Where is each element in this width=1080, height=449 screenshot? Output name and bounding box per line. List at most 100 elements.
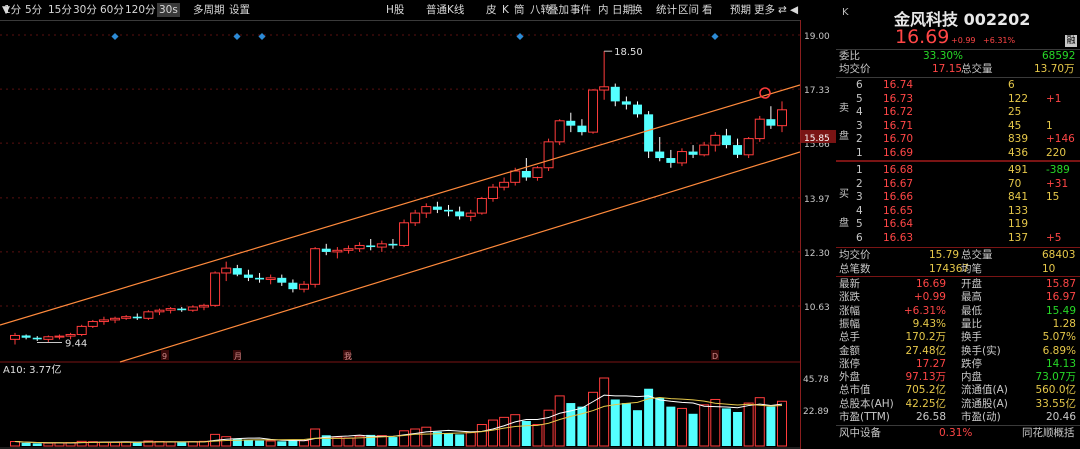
toolbar-item[interactable]: 30分 (71, 3, 99, 17)
toolbar-item[interactable]: 皮 (484, 3, 499, 17)
toolbar-item[interactable]: 换 (630, 3, 645, 17)
candle-body (65, 333, 76, 337)
book-level: 4 (856, 204, 863, 217)
toolbar-item[interactable]: 区间 (676, 3, 701, 17)
quote-value: 16.69 (915, 278, 946, 290)
quote-row: 振幅 9.43% 量比 1.28 (836, 318, 1080, 331)
quote-label: 内盘 (961, 371, 982, 384)
quote-value: 705.2亿 (905, 384, 946, 397)
bid-row[interactable]: 5 16.64 119 (836, 218, 1080, 231)
book-change: +1 (1046, 92, 1062, 105)
quote-value: 27.48亿 (905, 344, 946, 357)
toolbar-item[interactable]: 30s (157, 3, 180, 17)
event-marker (111, 32, 119, 41)
order-diff-value: 68592 (1042, 50, 1076, 62)
bid-row[interactable]: 1 16.68 491 -389 (836, 164, 1080, 177)
book-volume: 436 (1008, 146, 1029, 159)
ask-side-label-2: 盘 (839, 131, 849, 142)
candle-body (632, 104, 642, 115)
summary-label: 均笔 (961, 262, 982, 275)
toolbar-item[interactable]: 60分 (98, 3, 126, 17)
ask-row[interactable]: 2 16.70 839 +146 (836, 133, 1080, 146)
ask-row[interactable]: 4 16.72 25 (836, 106, 1080, 119)
toolbar-item[interactable]: H股 (384, 3, 406, 17)
toolbar-item[interactable]: 15分 (46, 3, 74, 17)
summary-label: 总交量 (961, 249, 993, 261)
quote-label: 总市值 (839, 384, 871, 397)
kline-chart[interactable]: 18.50 9.44 9 月 我 D A10: 3.77亿 (0, 20, 800, 449)
candle-body (376, 243, 387, 248)
bid-row[interactable]: 4 16.65 133 (836, 205, 1080, 218)
divider (836, 77, 1080, 78)
ask-row[interactable]: 3 16.71 45 1 (836, 120, 1080, 133)
quote-value: 15.49 (1045, 304, 1076, 317)
candle-body (10, 334, 20, 340)
candle-body (766, 119, 776, 126)
ask-row[interactable]: 6 16.74 6 (836, 79, 1080, 92)
toolbar-item[interactable]: ◀ (788, 3, 800, 17)
toolbar-item[interactable]: 5分 (23, 3, 44, 17)
date-mark: D (712, 352, 718, 361)
quote-label: 涨跌 (839, 291, 860, 304)
quote-row: 涨停 17.27 跌停 14.13 (836, 358, 1080, 371)
candle-body (76, 325, 87, 335)
bid-row[interactable]: 6 16.63 137 +5 (836, 232, 1080, 245)
toolbar-item[interactable]: 普通K线 (424, 3, 466, 17)
toolbar-item[interactable]: ▼ (0, 3, 12, 17)
candle-body (676, 151, 687, 164)
toolbar-item[interactable]: 筒 (512, 3, 527, 17)
volume-bar (410, 428, 421, 447)
event-marker (516, 32, 524, 41)
candle-body (521, 170, 531, 178)
toolbar-item[interactable]: 120分 (123, 3, 158, 17)
volume-bar (465, 432, 476, 447)
candle-body (321, 248, 331, 252)
toolbar-item[interactable]: 看 (700, 3, 715, 17)
event-marker (233, 32, 241, 41)
candle-body (98, 319, 109, 323)
trade-summary-row: 总笔数 174367 均笔 10 (836, 263, 1080, 276)
toolbar-item[interactable]: 更多 (752, 3, 777, 17)
candle-body (566, 120, 576, 126)
concept-link[interactable]: 同花顺概括 (1022, 427, 1075, 440)
toolbar-item[interactable]: 设置 (227, 3, 252, 17)
quote-label: 涨停 (839, 357, 860, 370)
volume-bar (610, 399, 620, 446)
volume-bar (43, 442, 54, 447)
sector-row[interactable]: 风中设备 0.31% 同花顺概括 (836, 427, 1080, 440)
toolbar-item[interactable]: 预期 (728, 3, 753, 17)
book-change: 15 (1046, 191, 1060, 203)
volume-bar (599, 377, 610, 447)
quote-label: 开盘 (961, 278, 982, 290)
bid-row[interactable]: 3 16.66 841 15 (836, 191, 1080, 204)
candle-body (599, 86, 610, 91)
volume-bar (688, 413, 698, 446)
toolbar-item[interactable]: 内 (596, 3, 611, 17)
volume-bar (766, 406, 776, 446)
bid-row[interactable]: 2 16.67 70 +31 (836, 178, 1080, 191)
book-volume: 70 (1008, 177, 1022, 190)
candle-body (332, 249, 343, 253)
toolbar-item[interactable]: ⇄ (776, 3, 789, 17)
quote-row: 最新 16.69 开盘 15.87 (836, 278, 1080, 291)
candle-body (210, 272, 221, 306)
book-level: 5 (856, 92, 863, 105)
book-price: 16.70 (883, 133, 914, 145)
book-volume: 6 (1008, 79, 1015, 91)
volume-bar (455, 434, 465, 446)
volume-bar (566, 403, 576, 446)
ask-row[interactable]: 5 16.73 122 +1 (836, 93, 1080, 106)
divider (836, 425, 1080, 426)
candle-body (366, 245, 376, 248)
book-volume: 45 (1008, 119, 1022, 132)
toolbar-item[interactable]: 多周期 (191, 3, 227, 17)
candle-body (288, 282, 298, 290)
ask-row[interactable]: 1 16.69 436 220 (836, 147, 1080, 160)
toolbar-item[interactable]: K (500, 3, 511, 17)
candle-body (343, 248, 354, 251)
margin-badge[interactable]: 融 (1065, 35, 1077, 47)
event-marker (711, 32, 719, 41)
toolbar-item[interactable]: 事件 (568, 3, 593, 17)
volume-axis-tick: 22.89 (803, 407, 829, 417)
k-mode-label[interactable]: K (842, 7, 849, 18)
